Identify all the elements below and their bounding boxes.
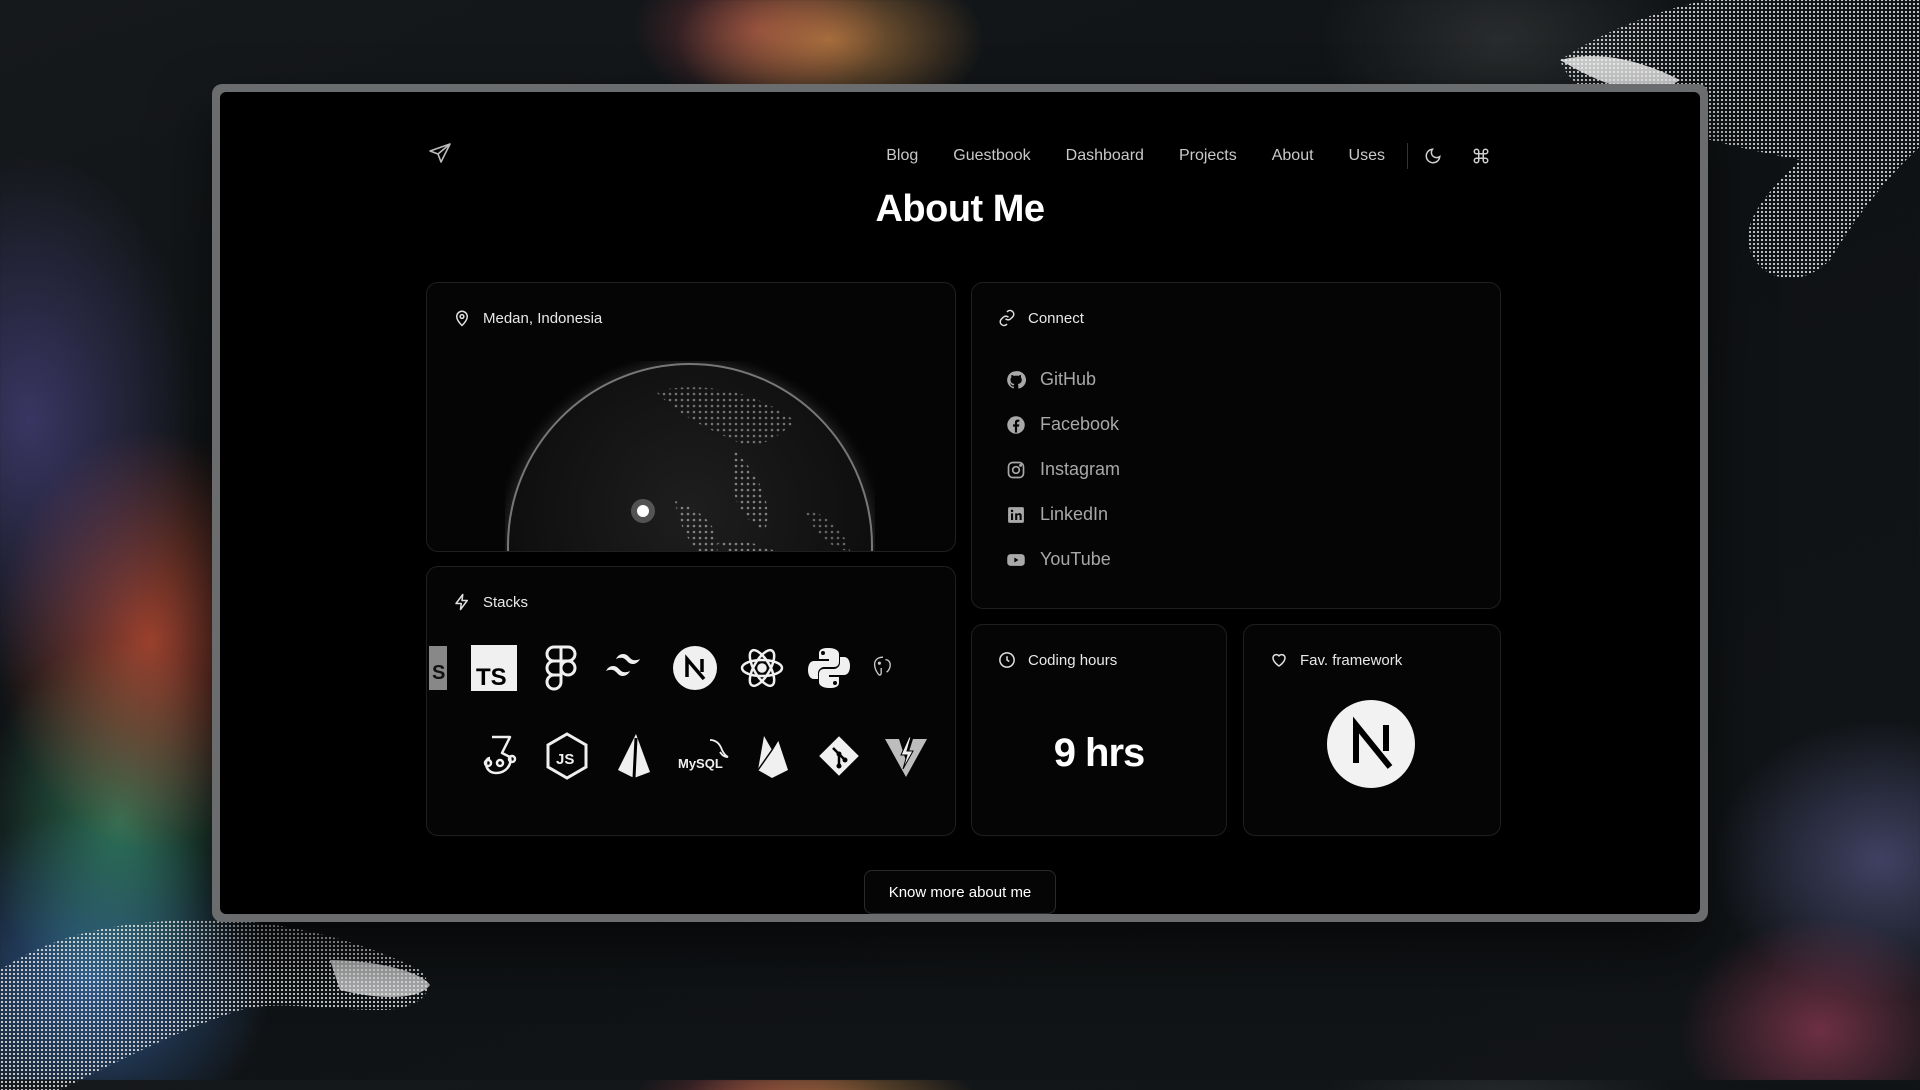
coding-hours-value: 9 hrs	[1053, 731, 1146, 775]
instagram-icon	[1007, 461, 1025, 478]
command-menu-button[interactable]	[1470, 145, 1492, 167]
jest-icon	[475, 731, 525, 781]
link-icon	[999, 309, 1015, 327]
mysql-icon: MySQL	[676, 731, 730, 781]
postgresql-icon	[871, 643, 895, 693]
coding-hours-label: Coding hours	[1028, 651, 1118, 669]
clock-icon	[999, 652, 1015, 668]
connect-label-github: GitHub	[1040, 369, 1097, 389]
mysql-text: MySQL	[678, 756, 723, 771]
monitor-frame: Blog Guestbook Dashboard Projects About …	[212, 84, 1708, 922]
know-more-button[interactable]: Know more about me	[864, 870, 1056, 914]
paper-plane-icon[interactable]	[428, 142, 452, 166]
website-screen: Blog Guestbook Dashboard Projects About …	[220, 92, 1700, 914]
location-card: Medan, Indonesia	[426, 282, 956, 552]
fav-framework-label: Fav. framework	[1300, 651, 1403, 669]
nextjs-icon	[670, 643, 720, 693]
git-icon	[814, 731, 864, 781]
nav-divider	[1407, 143, 1408, 169]
command-icon	[1473, 148, 1489, 164]
stacks-row-1: S TS	[429, 643, 912, 693]
svg-text:S: S	[432, 662, 445, 684]
nextjs-logo	[1327, 700, 1415, 788]
vitest-icon	[881, 731, 931, 781]
youtube-icon	[1007, 553, 1025, 566]
connect-link-instagram[interactable]: Instagram	[1006, 447, 1120, 492]
fav-framework-card: Fav. framework	[1243, 624, 1501, 836]
top-navigation: Blog Guestbook Dashboard Projects About …	[428, 136, 1492, 176]
tailwind-icon	[603, 643, 653, 693]
linkedin-icon	[1008, 506, 1024, 523]
heart-icon	[1272, 653, 1286, 667]
connect-link-linkedin[interactable]: LinkedIn	[1006, 492, 1120, 537]
nav-link-uses[interactable]: Uses	[1349, 147, 1385, 165]
facebook-icon	[1007, 415, 1025, 434]
page-title: About Me	[875, 188, 1045, 230]
firebase-icon	[747, 731, 797, 781]
nav-link-blog[interactable]: Blog	[886, 147, 918, 165]
typescript-text: TS	[476, 664, 507, 691]
globe-illustration	[505, 361, 875, 551]
github-icon	[1007, 370, 1026, 389]
nav-link-guestbook[interactable]: Guestbook	[953, 147, 1030, 165]
location-label: Medan, Indonesia	[483, 309, 603, 327]
prisma-icon	[609, 731, 659, 781]
nav-link-about[interactable]: About	[1272, 147, 1314, 165]
nav-link-dashboard[interactable]: Dashboard	[1066, 147, 1144, 165]
connect-label-linkedin: LinkedIn	[1040, 504, 1109, 524]
stacks-card: Stacks S TS JS MySQL	[426, 566, 956, 836]
nodejs-icon: JS	[542, 731, 592, 781]
theme-toggle-button[interactable]	[1422, 145, 1444, 167]
nav-link-projects[interactable]: Projects	[1179, 147, 1237, 165]
connect-label-youtube: YouTube	[1040, 549, 1111, 569]
moon-icon	[1425, 148, 1441, 164]
connect-label-instagram: Instagram	[1040, 459, 1121, 479]
figma-icon	[536, 643, 586, 693]
connect-label-facebook: Facebook	[1040, 414, 1120, 434]
map-pin-icon	[455, 310, 469, 327]
connect-label: Connect	[1028, 309, 1084, 327]
connect-link-github[interactable]: GitHub	[1006, 357, 1120, 402]
nodejs-text: JS	[556, 751, 574, 768]
sass-icon: S	[429, 643, 447, 693]
react-icon	[737, 643, 787, 693]
stacks-label: Stacks	[483, 593, 529, 611]
connect-link-facebook[interactable]: Facebook	[1006, 402, 1120, 447]
connect-link-youtube[interactable]: YouTube	[1006, 537, 1120, 582]
typescript-icon: TS	[469, 643, 519, 693]
coding-hours-card: Coding hours 9 hrs	[971, 624, 1227, 836]
lightning-icon	[455, 593, 468, 611]
python-icon	[804, 643, 854, 693]
stacks-row-2: JS MySQL	[475, 731, 948, 781]
connect-card: Connect GitHub Facebook Instagram Linked…	[971, 282, 1501, 609]
